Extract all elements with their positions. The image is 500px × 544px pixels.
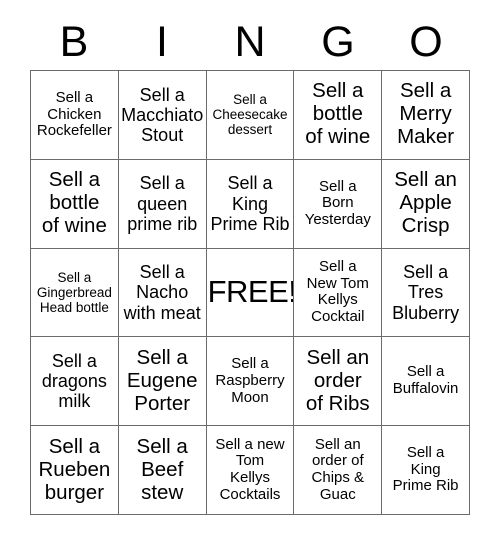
bingo-cell-text: Sell a Born Yesterday bbox=[304, 177, 371, 229]
bingo-cell-text: Sell a Buffalovin bbox=[392, 363, 459, 398]
bingo-header: B I N G O bbox=[30, 16, 470, 68]
bingo-cell-b1[interactable]: Sell a Chicken Rockefeller bbox=[31, 71, 119, 160]
free-space-label: FREE! bbox=[207, 274, 295, 310]
bingo-cell-free-space[interactable]: FREE! bbox=[206, 248, 295, 338]
bingo-cell-text: Sell a Raspberry Moon bbox=[215, 355, 285, 406]
bingo-cell-i2[interactable]: Sell a queen prime rib bbox=[118, 159, 207, 249]
bingo-cell-text: Sell a Chicken Rockefeller bbox=[36, 88, 112, 140]
bingo-cell-text: Sell a New Tom Kellys Cocktail bbox=[306, 257, 369, 326]
bingo-cell-b4[interactable]: Sell a dragons milk bbox=[31, 337, 119, 427]
bingo-card: B I N G O Sell a Chicken Rockefeller Sel… bbox=[0, 0, 500, 544]
bingo-cell-text: Sell a Beef stew bbox=[136, 434, 188, 504]
header-letter-g: G bbox=[321, 17, 355, 66]
bingo-cell-g3[interactable]: Sell a New Tom Kellys Cocktail bbox=[294, 248, 383, 338]
bingo-cell-text: Sell a queen prime rib bbox=[127, 173, 198, 234]
bingo-cell-text: Sell an order of Ribs bbox=[305, 345, 370, 415]
bingo-cell-text: Sell a bottle of wine bbox=[305, 79, 371, 149]
header-letter-o: O bbox=[409, 17, 443, 66]
bingo-cell-o5[interactable]: Sell a King Prime Rib bbox=[382, 426, 470, 515]
bingo-cell-text: Sell an order of Chips & Guac bbox=[311, 435, 365, 503]
bingo-cell-o1[interactable]: Sell a Merry Maker bbox=[382, 71, 470, 160]
bingo-cell-i5[interactable]: Sell a Beef stew bbox=[118, 426, 207, 515]
bingo-cell-text: Sell a new Tom Kellys Cocktails bbox=[215, 435, 285, 503]
bingo-cell-n5[interactable]: Sell a new Tom Kellys Cocktails bbox=[206, 426, 295, 515]
bingo-cell-text: Sell a King Prime Rib bbox=[210, 173, 290, 234]
bingo-cell-text: Sell a King Prime Rib bbox=[392, 443, 459, 495]
bingo-cell-text: Sell a bottle of wine bbox=[41, 168, 107, 238]
bingo-cell-text: Sell an Apple Crisp bbox=[394, 168, 457, 238]
bingo-cell-text: Sell a Eugene Porter bbox=[126, 345, 198, 415]
bingo-cell-o2[interactable]: Sell an Apple Crisp bbox=[382, 159, 470, 249]
bingo-cell-text: Sell a Gingerbread Head bottle bbox=[36, 269, 112, 316]
bingo-cell-b5[interactable]: Sell a Rueben burger bbox=[31, 426, 119, 515]
bingo-cell-i1[interactable]: Sell a Macchiato Stout bbox=[118, 71, 207, 160]
header-letter-i: I bbox=[156, 17, 168, 66]
bingo-cell-o3[interactable]: Sell a Tres Bluberry bbox=[382, 248, 470, 338]
bingo-cell-g2[interactable]: Sell a Born Yesterday bbox=[294, 159, 383, 249]
bingo-cell-n1[interactable]: Sell a Cheesecake dessert bbox=[206, 71, 295, 160]
header-letter-b: B bbox=[59, 17, 89, 66]
bingo-cell-g1[interactable]: Sell a bottle of wine bbox=[294, 71, 383, 160]
bingo-cell-text: Sell a Merry Maker bbox=[397, 79, 455, 149]
bingo-cell-text: Sell a Nacho with meat bbox=[123, 262, 201, 323]
bingo-cell-n4[interactable]: Sell a Raspberry Moon bbox=[206, 337, 295, 427]
bingo-cell-g4[interactable]: Sell an order of Ribs bbox=[294, 337, 383, 427]
bingo-cell-n2[interactable]: Sell a King Prime Rib bbox=[206, 159, 295, 249]
bingo-cell-i3[interactable]: Sell a Nacho with meat bbox=[118, 248, 207, 338]
header-letter-n: N bbox=[234, 17, 266, 66]
bingo-cell-text: Sell a Macchiato Stout bbox=[121, 84, 204, 145]
bingo-cell-o4[interactable]: Sell a Buffalovin bbox=[382, 337, 470, 427]
bingo-cell-i4[interactable]: Sell a Eugene Porter bbox=[118, 337, 207, 427]
bingo-cell-b2[interactable]: Sell a bottle of wine bbox=[31, 159, 119, 249]
bingo-cell-text: Sell a Tres Bluberry bbox=[392, 262, 460, 323]
bingo-cell-b3[interactable]: Sell a Gingerbread Head bottle bbox=[31, 248, 119, 338]
bingo-cell-text: Sell a Rueben burger bbox=[38, 434, 111, 504]
bingo-cell-g5[interactable]: Sell an order of Chips & Guac bbox=[294, 426, 383, 515]
bingo-cell-text: Sell a dragons milk bbox=[41, 351, 107, 412]
bingo-cell-text: Sell a Cheesecake dessert bbox=[212, 92, 288, 138]
bingo-grid: Sell a Chicken Rockefeller Sell a Macchi… bbox=[30, 70, 470, 515]
